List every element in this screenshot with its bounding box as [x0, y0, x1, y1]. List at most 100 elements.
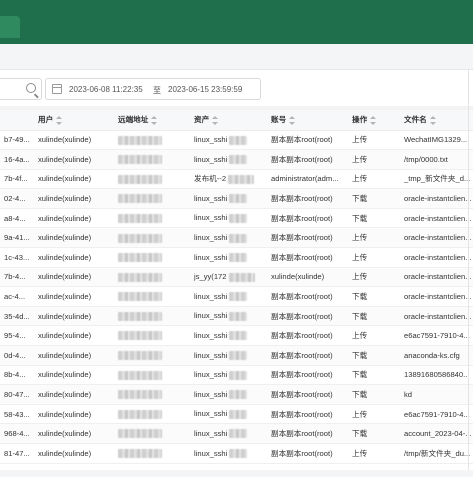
scrollbar-edge [468, 70, 469, 477]
cell-filename[interactable]: 13891680586840... [400, 365, 473, 386]
table-row[interactable]: b7-49... xulinde(xulinde) linux_sshi 副本副本ro… [0, 130, 473, 151]
cell-account: 副本副本root(root) [267, 286, 348, 307]
cell-filename[interactable]: _tmp_新文件夹_d... [400, 169, 473, 190]
cell-remote-address [114, 345, 190, 366]
cell-operation: 下载 [348, 208, 400, 229]
column-header-filename[interactable]: 文件名 [400, 110, 473, 131]
nav-tab[interactable] [0, 16, 20, 38]
cell-remote-address [114, 188, 190, 209]
cell-asset: linux_sshi [190, 149, 267, 170]
sort-icon[interactable] [56, 115, 63, 125]
sort-icon[interactable] [429, 115, 436, 125]
date-range-picker[interactable]: 2023-06-08 11:22:35 至 2023-06-15 23:59:5… [45, 78, 261, 100]
sub-toolbar [0, 44, 473, 70]
cell-operation: 下载 [348, 306, 400, 327]
cell-user: xulinde(xulinde) [34, 384, 114, 405]
table-row[interactable]: 7b-4f... xulinde(xulinde) 发布机--2 administra… [0, 169, 473, 190]
cell-asset: linux_sshi [190, 188, 267, 209]
search-input[interactable] [0, 78, 42, 100]
table-row[interactable]: 95-4... xulinde(xulinde) linux_sshi 副本副本roo… [0, 325, 473, 347]
table-row[interactable]: 81-47... xulinde(xulinde) linux_sshi 副本副本ro… [0, 443, 473, 464]
cell-asset: js_yy(172 [190, 267, 267, 288]
redacted-asset [229, 292, 248, 302]
cell-account: 副本副本root(root) [267, 423, 348, 444]
table-row[interactable]: 58-43... xulinde(xulinde) linux_sshi 副本副本ro… [0, 404, 473, 425]
cell-filename[interactable]: oracle-instantclien... [400, 306, 473, 327]
cell-filename[interactable]: oracle-instantclien... [400, 208, 473, 229]
table-row[interactable]: 16-4a... xulinde(xulinde) linux_sshi 副本副本ro… [0, 149, 473, 170]
date-start[interactable]: 2023-06-08 11:22:35 [69, 85, 143, 94]
cell-user: xulinde(xulinde) [34, 208, 114, 229]
cell-remote-address [114, 443, 190, 464]
redacted-ip [118, 135, 162, 145]
redacted-asset [229, 449, 248, 459]
cell-filename[interactable]: WechatIMG1329... [400, 130, 473, 151]
sort-icon[interactable] [151, 115, 158, 125]
filter-bar: 2023-06-08 11:22:35 至 2023-06-15 23:59:5… [0, 70, 473, 106]
cell-filename[interactable]: e6ac7591-7910-4... [400, 404, 473, 425]
cell-user: xulinde(xulinde) [34, 404, 114, 425]
cell-filename[interactable]: oracle-instantclien... [400, 188, 473, 209]
cell-filename[interactable]: anaconda-ks.cfg [400, 345, 473, 366]
redacted-ip [118, 449, 162, 459]
cell-operation: 上传 [348, 325, 400, 347]
cell-filename[interactable]: kd [400, 384, 473, 405]
table-row[interactable]: 80-47... xulinde(xulinde) linux_sshi 副本副本ro… [0, 384, 473, 405]
cell-id: 35-4d... [0, 306, 34, 327]
column-header-account[interactable]: 账号 [267, 110, 348, 131]
table-row[interactable]: 9a-41... xulinde(xulinde) linux_sshi 副本副本ro… [0, 227, 473, 249]
table-row[interactable]: 35-4d... xulinde(xulinde) linux_sshi 副本副本ro… [0, 306, 473, 327]
table-row[interactable]: 7b-4... xulinde(xulinde) js_yy(172 xulinde(… [0, 267, 473, 288]
table-row[interactable]: a8-4... xulinde(xulinde) linux_sshi 副本副本roo… [0, 208, 473, 229]
cell-asset: linux_sshi [190, 423, 267, 444]
cell-filename[interactable]: account_2023-04-... [400, 423, 473, 444]
sort-icon[interactable] [370, 115, 377, 125]
cell-user: xulinde(xulinde) [34, 345, 114, 366]
redacted-ip [118, 429, 162, 439]
table-row[interactable]: ac-4... xulinde(xulinde) linux_sshi 副本副本roo… [0, 286, 473, 307]
cell-operation: 上传 [348, 443, 400, 464]
table-row[interactable]: 968-4... xulinde(xulinde) linux_sshi 副本副本ro… [0, 423, 473, 444]
cell-account: 副本副本root(root) [267, 365, 348, 386]
cell-filename[interactable]: oracle-instantclien... [400, 286, 473, 307]
redacted-ip [118, 174, 162, 184]
cell-user: xulinde(xulinde) [34, 423, 114, 444]
redacted-asset [229, 429, 248, 439]
cell-asset: linux_sshi [190, 227, 267, 249]
cell-id: 0d-4... [0, 345, 34, 366]
cell-id: 58-43... [0, 404, 34, 425]
cell-operation: 上传 [348, 404, 400, 425]
cell-filename[interactable]: oracle-instantclien... [400, 247, 473, 268]
table-row[interactable]: 1c-43... xulinde(xulinde) linux_sshi 副本副本ro… [0, 247, 473, 268]
date-end[interactable]: 2023-06-15 23:59:59 [168, 85, 242, 94]
redacted-ip [118, 331, 162, 341]
table-row[interactable]: 02-4... xulinde(xulinde) linux_sshi 副本副本roo… [0, 188, 473, 209]
cell-asset: linux_sshi [190, 404, 267, 425]
column-header-remote-address[interactable]: 远端地址 [114, 110, 190, 131]
column-header-operation[interactable]: 操作 [348, 110, 400, 131]
cell-id: 02-4... [0, 188, 34, 209]
cell-filename[interactable]: e6ac7591-7910-4... [400, 325, 473, 347]
cell-id: 9a-41... [0, 227, 34, 249]
cell-remote-address [114, 404, 190, 425]
cell-operation: 上传 [348, 247, 400, 268]
redacted-ip [118, 194, 162, 204]
sort-icon[interactable] [212, 115, 219, 125]
cell-asset: linux_sshi [190, 306, 267, 327]
redacted-ip [118, 409, 162, 419]
cell-user: xulinde(xulinde) [34, 306, 114, 327]
cell-filename[interactable]: oracle-instantclien... [400, 267, 473, 288]
cell-id: 968-4... [0, 423, 34, 444]
sort-icon[interactable] [289, 115, 296, 125]
search-icon[interactable] [26, 83, 36, 93]
table-row[interactable]: 8b-4... xulinde(xulinde) linux_sshi 副本副本roo… [0, 365, 473, 386]
cell-filename[interactable]: /tmp/新文件夹_du... [400, 443, 473, 464]
redacted-asset [229, 155, 248, 165]
column-header-user[interactable]: 用户 [34, 110, 114, 131]
cell-asset: linux_sshi [190, 443, 267, 464]
column-header-asset[interactable]: 资产 [190, 110, 267, 131]
table-row[interactable]: 0d-4... xulinde(xulinde) linux_sshi 副本副本roo… [0, 345, 473, 366]
cell-filename[interactable]: /tmp/0000.txt [400, 149, 473, 170]
cell-asset: linux_sshi [190, 345, 267, 366]
cell-filename[interactable]: oracle-instantclien... [400, 227, 473, 249]
